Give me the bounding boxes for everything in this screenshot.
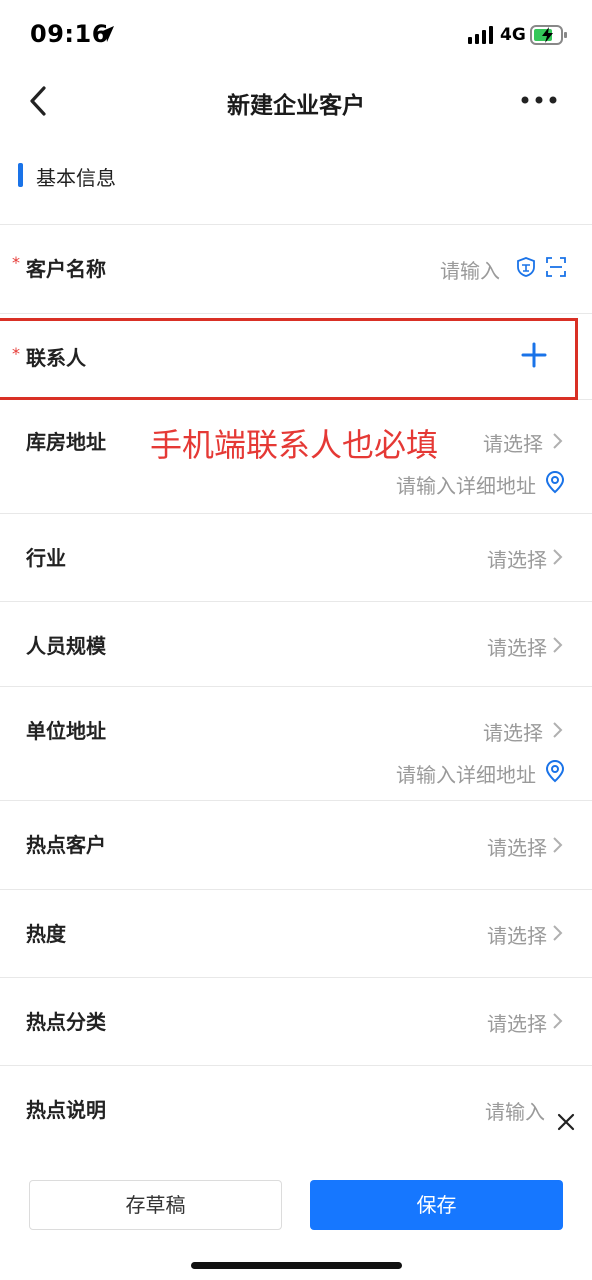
chevron-right-icon	[553, 433, 563, 449]
battery-charging-icon	[530, 25, 567, 45]
more-icon[interactable]	[518, 88, 560, 112]
warehouse-detail-address-input[interactable]: 请输入详细地址	[396, 470, 536, 499]
shield-icon[interactable]	[515, 256, 537, 278]
industry-select[interactable]: 请选择	[487, 544, 547, 573]
page-title: 新建企业客户	[227, 93, 365, 119]
industry-label: 行业	[26, 546, 66, 570]
hot-description-input[interactable]: 请输入	[485, 1096, 545, 1125]
chevron-right-icon	[553, 722, 563, 738]
chevron-right-icon	[553, 549, 563, 565]
required-mark: *	[12, 253, 20, 272]
hot-category-label: 热点分类	[26, 1010, 106, 1034]
section-header: 基本信息	[0, 150, 592, 200]
hot-description-row[interactable]: 热点说明 请输入	[0, 1065, 592, 1160]
customer-name-row[interactable]: * 客户名称 请输入	[0, 224, 592, 313]
network-label: 4G	[500, 25, 526, 45]
staff-size-row[interactable]: 人员规模 请选择	[0, 601, 592, 686]
heat-label: 热度	[26, 922, 66, 946]
unit-address-label: 单位地址	[26, 719, 106, 743]
warehouse-address-select[interactable]: 请选择	[483, 428, 543, 457]
save-draft-button[interactable]: 存草稿	[29, 1180, 282, 1230]
status-bar: 09:16 4G	[0, 0, 592, 70]
home-indicator	[191, 1262, 402, 1269]
unit-address-select[interactable]: 请选择	[483, 717, 543, 746]
industry-row[interactable]: 行业 请选择	[0, 513, 592, 601]
hot-customer-row[interactable]: 热点客户 请选择	[0, 800, 592, 889]
hot-customer-select[interactable]: 请选择	[487, 832, 547, 861]
signal-icon	[468, 26, 493, 44]
staff-size-label: 人员规模	[26, 634, 106, 658]
chevron-right-icon	[553, 925, 563, 941]
customer-name-label: 客户名称	[26, 257, 106, 281]
hot-category-row[interactable]: 热点分类 请选择	[0, 977, 592, 1065]
annotation-highlight-box	[0, 318, 578, 400]
section-title: 基本信息	[36, 166, 116, 190]
hot-description-label: 热点说明	[26, 1098, 106, 1122]
heat-select[interactable]: 请选择	[487, 920, 547, 949]
heat-row[interactable]: 热度 请选择	[0, 889, 592, 977]
bottom-action-bar: 存草稿 保存	[0, 1160, 592, 1280]
warehouse-address-label: 库房地址	[26, 430, 106, 454]
location-pin-icon[interactable]	[544, 759, 566, 783]
unit-address-row[interactable]: 单位地址 请选择 请输入详细地址	[0, 686, 592, 800]
chevron-right-icon	[553, 837, 563, 853]
hot-category-select[interactable]: 请选择	[487, 1008, 547, 1037]
close-icon[interactable]	[556, 1112, 576, 1132]
chevron-right-icon	[553, 1013, 563, 1029]
hot-customer-label: 热点客户	[26, 833, 106, 857]
staff-size-select[interactable]: 请选择	[487, 632, 547, 661]
save-button[interactable]: 保存	[310, 1180, 563, 1230]
chevron-right-icon	[553, 637, 563, 653]
scan-icon[interactable]	[545, 256, 567, 278]
location-pin-icon[interactable]	[544, 470, 566, 494]
unit-detail-address-input[interactable]: 请输入详细地址	[396, 759, 536, 788]
annotation-text: 手机端联系人也必填	[150, 426, 439, 464]
navigation-bar: 新建企业客户	[0, 70, 592, 132]
location-arrow-icon	[98, 26, 114, 42]
customer-name-input[interactable]: 请输入	[440, 255, 500, 284]
section-accent-bar	[18, 163, 23, 187]
